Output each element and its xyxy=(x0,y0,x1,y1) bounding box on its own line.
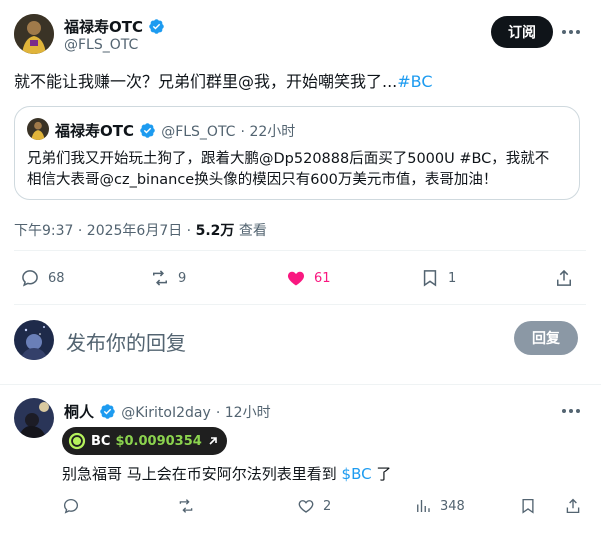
reply-text: 别急福哥 马上会在币安阿尔法列表里看到 $BC 了 xyxy=(62,464,391,484)
reply-submit-button[interactable]: 回复 xyxy=(514,321,578,355)
token-ticker: BC xyxy=(91,433,111,449)
reply-reply-action[interactable] xyxy=(62,497,80,515)
quoted-time: · 22小时 xyxy=(240,124,296,140)
reply-text-tail: 了 xyxy=(371,465,392,483)
my-avatar[interactable] xyxy=(14,320,54,360)
divider xyxy=(14,304,586,305)
token-price: $0.0090354 xyxy=(115,433,202,449)
share-action[interactable] xyxy=(554,268,574,288)
verified-badge-icon xyxy=(140,123,155,138)
reply-text-body: 别急福哥 马上会在币安阿尔法列表里看到 xyxy=(62,465,342,483)
reply-action[interactable]: 68 xyxy=(20,268,65,288)
heart-icon xyxy=(298,500,314,513)
views-count: 5.2万 xyxy=(195,223,235,239)
repost-action[interactable]: 9 xyxy=(150,268,186,288)
quoted-author-name: 福禄寿OTC xyxy=(55,122,134,140)
divider xyxy=(14,250,586,251)
bookmark-count: 1 xyxy=(448,270,457,286)
token-logo-icon xyxy=(68,432,86,450)
reply-count: 68 xyxy=(48,270,65,286)
reply-input[interactable]: 发布你的回复 xyxy=(66,327,186,356)
reply-time[interactable]: · 12小时 xyxy=(216,405,271,421)
reply-icon xyxy=(63,498,79,514)
analytics-icon xyxy=(417,500,430,512)
more-options-icon[interactable] xyxy=(560,401,582,421)
post-timestamp[interactable]: 下午9:37 · 2025年6月7日 · xyxy=(14,223,191,239)
token-price-badge[interactable]: BC $0.0090354 xyxy=(62,427,227,455)
like-action[interactable]: 61 xyxy=(286,268,331,288)
author-avatar[interactable] xyxy=(14,14,54,54)
share-icon xyxy=(557,269,571,286)
reply-like-count: 2 xyxy=(323,498,332,514)
quoted-text-line-2: 相信大表哥@cz_binance换头像的模因只有600万美元市值，表哥加油！ xyxy=(27,172,498,188)
like-count: 61 xyxy=(314,270,331,286)
reply-repost-action[interactable] xyxy=(177,497,195,515)
post-text: 就不能让我赚一次？兄弟们群里@我，开始嘲笑我了...#BC xyxy=(14,71,584,93)
quoted-author-avatar xyxy=(27,118,49,140)
author-name[interactable]: 福禄寿OTC xyxy=(64,18,143,36)
bookmark-icon xyxy=(423,270,437,287)
reply-author-avatar[interactable] xyxy=(14,398,54,438)
reply-bookmark-action[interactable] xyxy=(519,497,537,515)
reply-avatar-image xyxy=(14,398,54,438)
verified-badge-icon xyxy=(100,404,115,419)
subscribe-button[interactable]: 订阅 xyxy=(491,16,553,48)
reply-author-name[interactable]: 桐人 xyxy=(64,403,94,421)
repost-icon xyxy=(179,499,193,513)
bookmark-action[interactable]: 1 xyxy=(420,268,456,288)
quoted-author-handle: @FLS_OTC xyxy=(161,124,236,140)
reply-views-action[interactable]: 348 xyxy=(414,497,465,515)
hashtag-link[interactable]: #BC xyxy=(397,72,432,91)
reply-views-count: 348 xyxy=(440,498,465,514)
repost-icon xyxy=(153,270,167,286)
divider xyxy=(0,384,601,385)
verified-badge-icon xyxy=(149,19,164,34)
author-avatar-image xyxy=(14,14,54,54)
quoted-text-line-1: 兄弟们我又开始玩土狗了，跟着大鹏@Dp520888后面买了5000U #BC，我… xyxy=(27,151,550,167)
reply-like-action[interactable]: 2 xyxy=(297,497,331,515)
reply-share-action[interactable] xyxy=(564,497,582,515)
cashtag-link[interactable]: $BC xyxy=(342,465,372,483)
arrow-up-right-icon xyxy=(209,437,217,445)
more-options-icon[interactable] xyxy=(560,22,582,42)
heart-filled-icon xyxy=(287,271,305,286)
reply-icon xyxy=(22,270,38,287)
quoted-post[interactable]: 福禄寿OTC @FLS_OTC · 22小时 兄弟们我又开始玩土狗了，跟着大鹏@… xyxy=(14,106,580,200)
repost-count: 9 xyxy=(178,270,187,286)
bookmark-icon xyxy=(522,498,534,514)
post-text-body: 就不能让我赚一次？兄弟们群里@我，开始嘲笑我了... xyxy=(14,72,398,91)
my-avatar-image xyxy=(14,320,54,360)
reply-author-handle[interactable]: @KiritoI2day xyxy=(121,405,211,421)
author-handle[interactable]: @FLS_OTC xyxy=(64,37,138,53)
post-meta: 下午9:37 · 2025年6月7日 · 5.2万 查看 xyxy=(14,220,267,240)
share-icon xyxy=(566,498,580,514)
views-label: 查看 xyxy=(238,223,267,239)
quoted-avatar-image xyxy=(27,118,49,140)
